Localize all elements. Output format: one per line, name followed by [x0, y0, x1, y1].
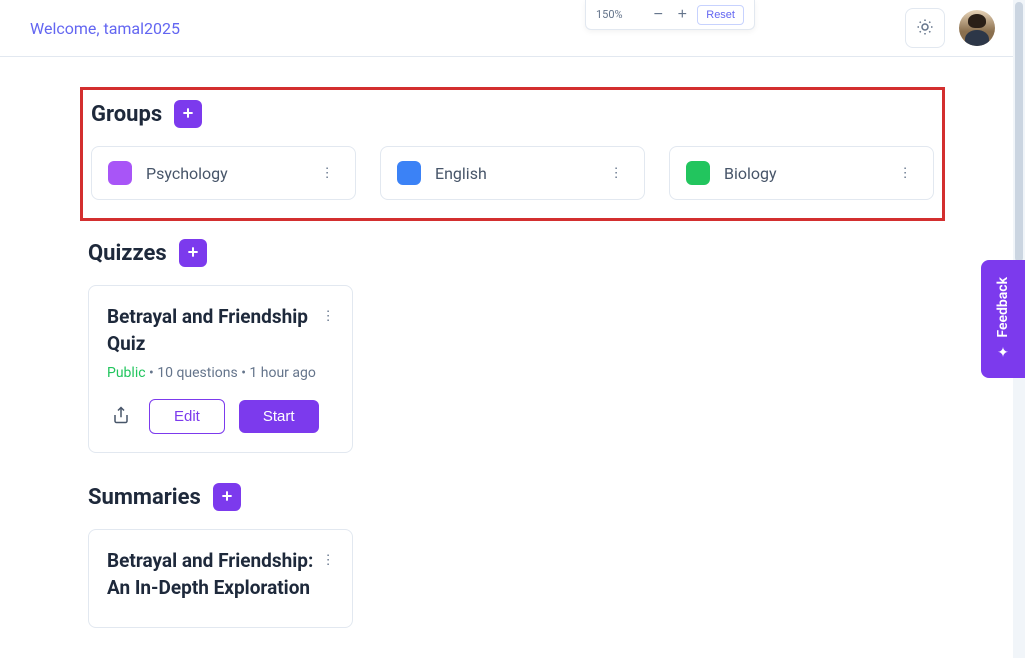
add-summary-button[interactable]	[213, 483, 241, 511]
quiz-meta: Public • 10 questions • 1 hour ago	[107, 365, 334, 381]
group-card-english[interactable]: English ⋮	[380, 146, 645, 200]
scrollbar-thumb[interactable]	[1015, 2, 1023, 262]
group-name: Psychology	[146, 164, 301, 183]
share-icon	[112, 406, 130, 427]
start-button[interactable]: Start	[239, 400, 319, 433]
feedback-tab[interactable]: Feedback ✦	[981, 260, 1025, 378]
groups-header: Groups	[91, 100, 934, 128]
summaries-header: Summaries	[88, 483, 937, 511]
summaries-title: Summaries	[88, 485, 201, 510]
group-more-button[interactable]: ⋮	[604, 161, 628, 185]
quiz-card[interactable]: ⋮ Betrayal and Friendship Quiz Public • …	[88, 285, 353, 453]
more-vertical-icon: ⋮	[898, 165, 911, 181]
groups-list: Psychology ⋮ English ⋮ Biology ⋮	[91, 146, 934, 200]
edit-button[interactable]: Edit	[149, 399, 225, 434]
summaries-section: Summaries ⋮ Betrayal and Friendship: An …	[88, 483, 937, 628]
quiz-actions: Edit Start	[107, 399, 334, 434]
summary-card[interactable]: ⋮ Betrayal and Friendship: An In-Depth E…	[88, 529, 353, 628]
summary-title: Betrayal and Friendship: An In-Depth Exp…	[107, 548, 334, 601]
share-button[interactable]	[107, 403, 135, 431]
quiz-questions: 10 questions	[157, 365, 237, 381]
plus-icon	[180, 105, 196, 124]
group-color-swatch	[108, 161, 132, 185]
summary-more-button[interactable]: ⋮	[316, 548, 340, 572]
sparkle-icon: ✦	[997, 345, 1009, 361]
group-color-swatch	[686, 161, 710, 185]
more-vertical-icon: ⋮	[321, 552, 334, 568]
group-more-button[interactable]: ⋮	[893, 161, 917, 185]
group-color-swatch	[397, 161, 421, 185]
group-more-button[interactable]: ⋮	[315, 161, 339, 185]
add-quiz-button[interactable]	[179, 239, 207, 267]
more-vertical-icon: ⋮	[609, 165, 622, 181]
plus-icon	[219, 488, 235, 507]
quiz-more-button[interactable]: ⋮	[316, 304, 340, 328]
group-name: Biology	[724, 164, 879, 183]
group-card-biology[interactable]: Biology ⋮	[669, 146, 934, 200]
groups-highlight-box: Groups Psychology ⋮ English ⋮ Biology ⋮	[80, 87, 945, 221]
zoom-control: 150% − + Reset	[585, 0, 755, 30]
group-card-psychology[interactable]: Psychology ⋮	[91, 146, 356, 200]
more-vertical-icon: ⋮	[320, 165, 333, 181]
header: Welcome, tamal2025	[0, 0, 1025, 57]
quiz-visibility: Public	[107, 365, 146, 381]
feedback-label: Feedback	[995, 277, 1011, 338]
quizzes-title: Quizzes	[88, 241, 167, 266]
quiz-title: Betrayal and Friendship Quiz	[107, 304, 334, 357]
zoom-in-button[interactable]: +	[673, 6, 691, 24]
zoom-out-button[interactable]: −	[649, 6, 667, 24]
theme-toggle-button[interactable]	[905, 8, 945, 48]
add-group-button[interactable]	[174, 100, 202, 128]
quizzes-header: Quizzes	[88, 239, 937, 267]
sun-icon	[916, 18, 934, 39]
zoom-value: 150%	[596, 8, 643, 21]
header-actions	[905, 8, 995, 48]
more-vertical-icon: ⋮	[321, 308, 334, 324]
quiz-age: 1 hour ago	[249, 365, 315, 381]
group-name: English	[435, 164, 590, 183]
main-content: Groups Psychology ⋮ English ⋮ Biology ⋮	[0, 57, 1025, 658]
groups-title: Groups	[91, 102, 162, 127]
avatar[interactable]	[959, 10, 995, 46]
zoom-reset-button[interactable]: Reset	[697, 5, 744, 25]
welcome-text: Welcome, tamal2025	[30, 19, 180, 38]
plus-icon	[185, 244, 201, 263]
